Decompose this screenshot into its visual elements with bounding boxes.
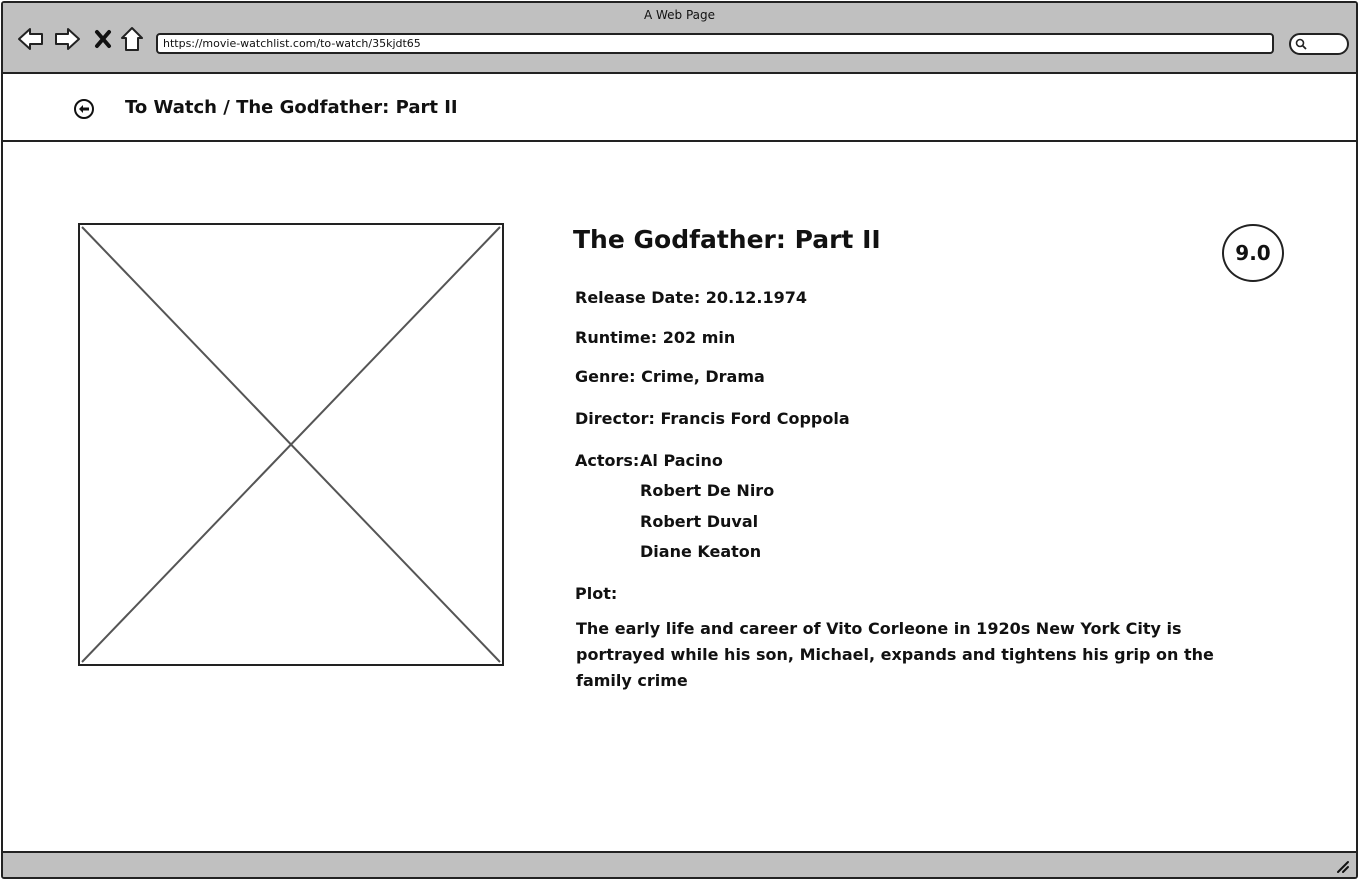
runtime: Runtime: 202 min [575, 328, 736, 347]
home-icon[interactable] [118, 25, 146, 53]
browser-search-button[interactable] [1289, 33, 1349, 55]
search-icon [1295, 38, 1307, 50]
window-title: A Web Page [643, 8, 716, 22]
actor-name: Al Pacino [640, 451, 723, 470]
plot-text: The early life and career of Vito Corleo… [576, 619, 1214, 690]
plot-label: Plot: [575, 584, 618, 603]
page-header: To Watch / The Godfather: Part II [3, 74, 1356, 142]
url-input[interactable]: https://movie-watchlist.com/to-watch/35k… [156, 33, 1274, 54]
close-icon[interactable] [89, 25, 117, 53]
status-bar [3, 851, 1356, 877]
back-arrow-icon[interactable] [17, 25, 45, 53]
rating-badge: 9.0 [1222, 224, 1284, 282]
circle-arrow-left-icon[interactable] [73, 98, 95, 120]
movie-title: The Godfather: Part II [573, 225, 881, 254]
movie-poster-placeholder [78, 223, 504, 666]
actors-label: Actors: [575, 451, 640, 470]
breadcrumb: To Watch / The Godfather: Part II [125, 97, 458, 118]
browser-window: A Web Page https://movie-watchlist.com/t… [1, 1, 1358, 879]
actor-name: Diane Keaton [640, 542, 762, 561]
resize-grip-icon[interactable] [1334, 858, 1350, 874]
actor-name: Robert Duval [640, 512, 759, 531]
browser-toolbar: A Web Page https://movie-watchlist.com/t… [3, 3, 1356, 74]
actor-name: Robert De Niro [640, 481, 775, 500]
forward-arrow-icon[interactable] [53, 25, 81, 53]
director: Director: Francis Ford Coppola [575, 409, 850, 428]
release-date: Release Date: 20.12.1974 [575, 288, 808, 307]
genre: Genre: Crime, Drama [575, 367, 765, 386]
